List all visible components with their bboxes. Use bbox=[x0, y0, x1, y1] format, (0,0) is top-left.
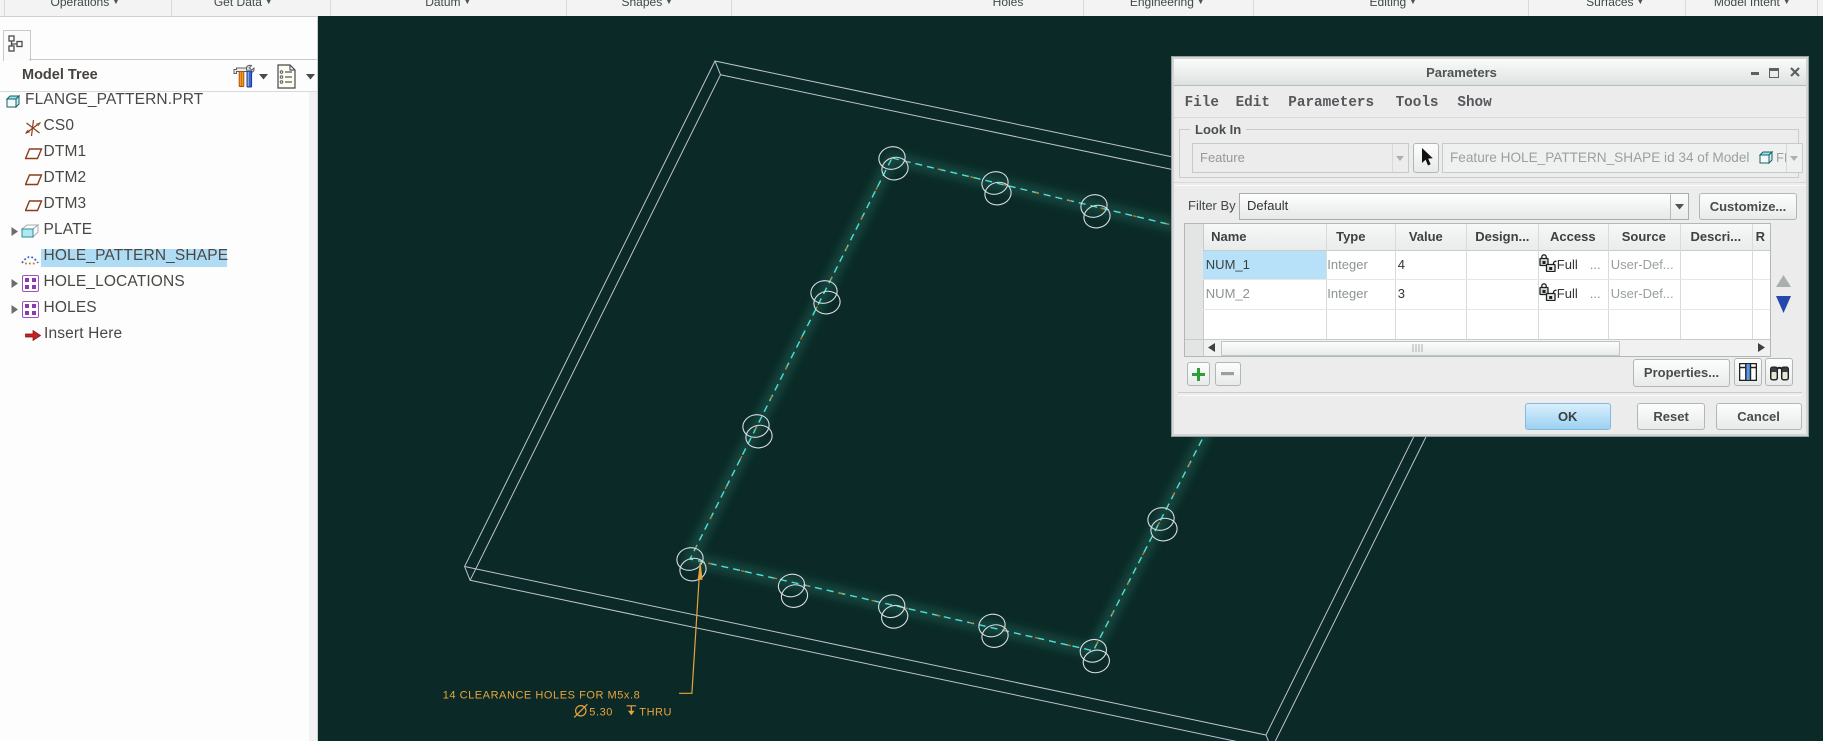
svg-text:14 CLEARANCE HOLES FOR M5x.8: 14 CLEARANCE HOLES FOR M5x.8 bbox=[443, 689, 641, 701]
svg-text:THRU: THRU bbox=[639, 707, 672, 719]
svg-text:5.30: 5.30 bbox=[589, 707, 613, 719]
